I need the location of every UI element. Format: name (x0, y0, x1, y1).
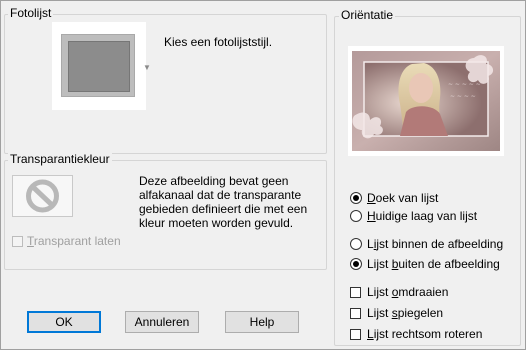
transparency-group-legend: Transparantiekleur (8, 152, 112, 166)
rotate-frame-clockwise-checkbox[interactable] (350, 329, 361, 340)
chevron-down-icon[interactable]: ▼ (143, 63, 151, 72)
radio-frame-inside-image-label[interactable]: Lijst binnen de afbeelding (367, 237, 503, 251)
mirror-frame-label[interactable]: Lijst spiegelen (367, 306, 443, 320)
transparency-color-swatch[interactable] (12, 175, 73, 217)
flip-frame-checkbox[interactable] (350, 287, 361, 298)
radio-canvas-of-frame-label[interactable]: Doek van lijst (367, 191, 438, 205)
radio-frame-inside-image[interactable] (350, 238, 362, 250)
radio-current-layer-of-frame[interactable] (350, 210, 362, 222)
orientation-group-legend: Oriëntatie (339, 8, 396, 22)
radio-frame-outside-image[interactable] (350, 258, 362, 270)
mirror-frame-checkbox[interactable] (350, 308, 361, 319)
radio-current-layer-of-frame-label[interactable]: Huidige laag van lijst (367, 209, 477, 223)
orientation-preview: ~ ~ ~ ~ ~ ~ ~ ~ ~ (348, 46, 504, 156)
transparency-message: Deze afbeelding bevat geen alfakanaal da… (139, 174, 308, 230)
svg-text:~ ~ ~ ~ ~: ~ ~ ~ ~ ~ (448, 81, 481, 88)
cancel-button[interactable]: Annuleren (125, 311, 199, 333)
radio-canvas-of-frame[interactable] (350, 192, 362, 204)
frame-group-legend: Fotolijst (8, 6, 54, 20)
frame-style-hint: Kies een fotolijststijl. (164, 35, 273, 49)
svg-text:~ ~ ~ ~: ~ ~ ~ ~ (450, 93, 476, 100)
frame-style-preview (61, 34, 135, 97)
radio-frame-outside-image-label[interactable]: Lijst buiten de afbeelding (367, 257, 500, 271)
frame-style-picker[interactable] (52, 22, 146, 110)
help-button[interactable]: Help (225, 311, 299, 333)
ok-button[interactable]: OK (27, 311, 101, 333)
no-entry-icon (26, 179, 59, 213)
keep-transparent-label: Transparant laten (27, 234, 121, 248)
flip-frame-label[interactable]: Lijst omdraaien (367, 285, 448, 299)
frame-preview-image: ~ ~ ~ ~ ~ ~ ~ ~ ~ (348, 46, 504, 156)
keep-transparent-checkbox[interactable] (12, 236, 23, 247)
rotate-frame-clockwise-label[interactable]: Lijst rechtsom roteren (367, 327, 482, 341)
